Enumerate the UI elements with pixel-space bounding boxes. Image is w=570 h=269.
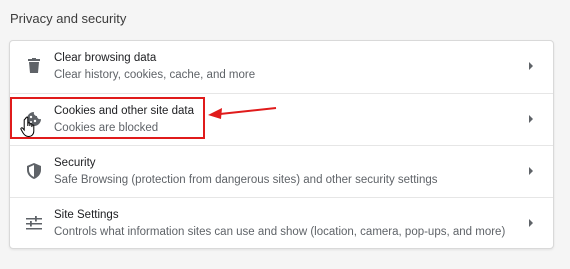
section-title: Privacy and security <box>10 11 127 26</box>
red-arrow-icon <box>208 107 277 119</box>
row-sublabel: Controls what information sites can use … <box>54 226 506 238</box>
row-label: Security <box>54 157 96 169</box>
row-label: Clear browsing data <box>54 52 157 64</box>
row-sublabel: Safe Browsing (protection from dangerous… <box>54 174 438 186</box>
security-row[interactable]: Security Safe Browsing (protection from … <box>10 145 553 198</box>
chevron-right-icon <box>529 115 533 123</box>
clear-browsing-data-row[interactable]: Clear browsing data Clear history, cooki… <box>10 41 553 93</box>
highlight-box <box>10 97 205 139</box>
chevron-right-icon <box>529 167 533 175</box>
shield-icon <box>25 162 43 180</box>
row-sublabel: Clear history, cookies, cache, and more <box>54 69 256 81</box>
sliders-icon <box>25 214 43 232</box>
row-label: Site Settings <box>54 209 119 221</box>
privacy-settings-card: Clear browsing data Clear history, cooki… <box>9 40 554 249</box>
site-settings-row[interactable]: Site Settings Controls what information … <box>10 197 553 250</box>
trash-icon <box>25 57 43 75</box>
chevron-right-icon <box>529 62 533 70</box>
chevron-right-icon <box>529 219 533 227</box>
hand-cursor-icon <box>20 116 35 138</box>
